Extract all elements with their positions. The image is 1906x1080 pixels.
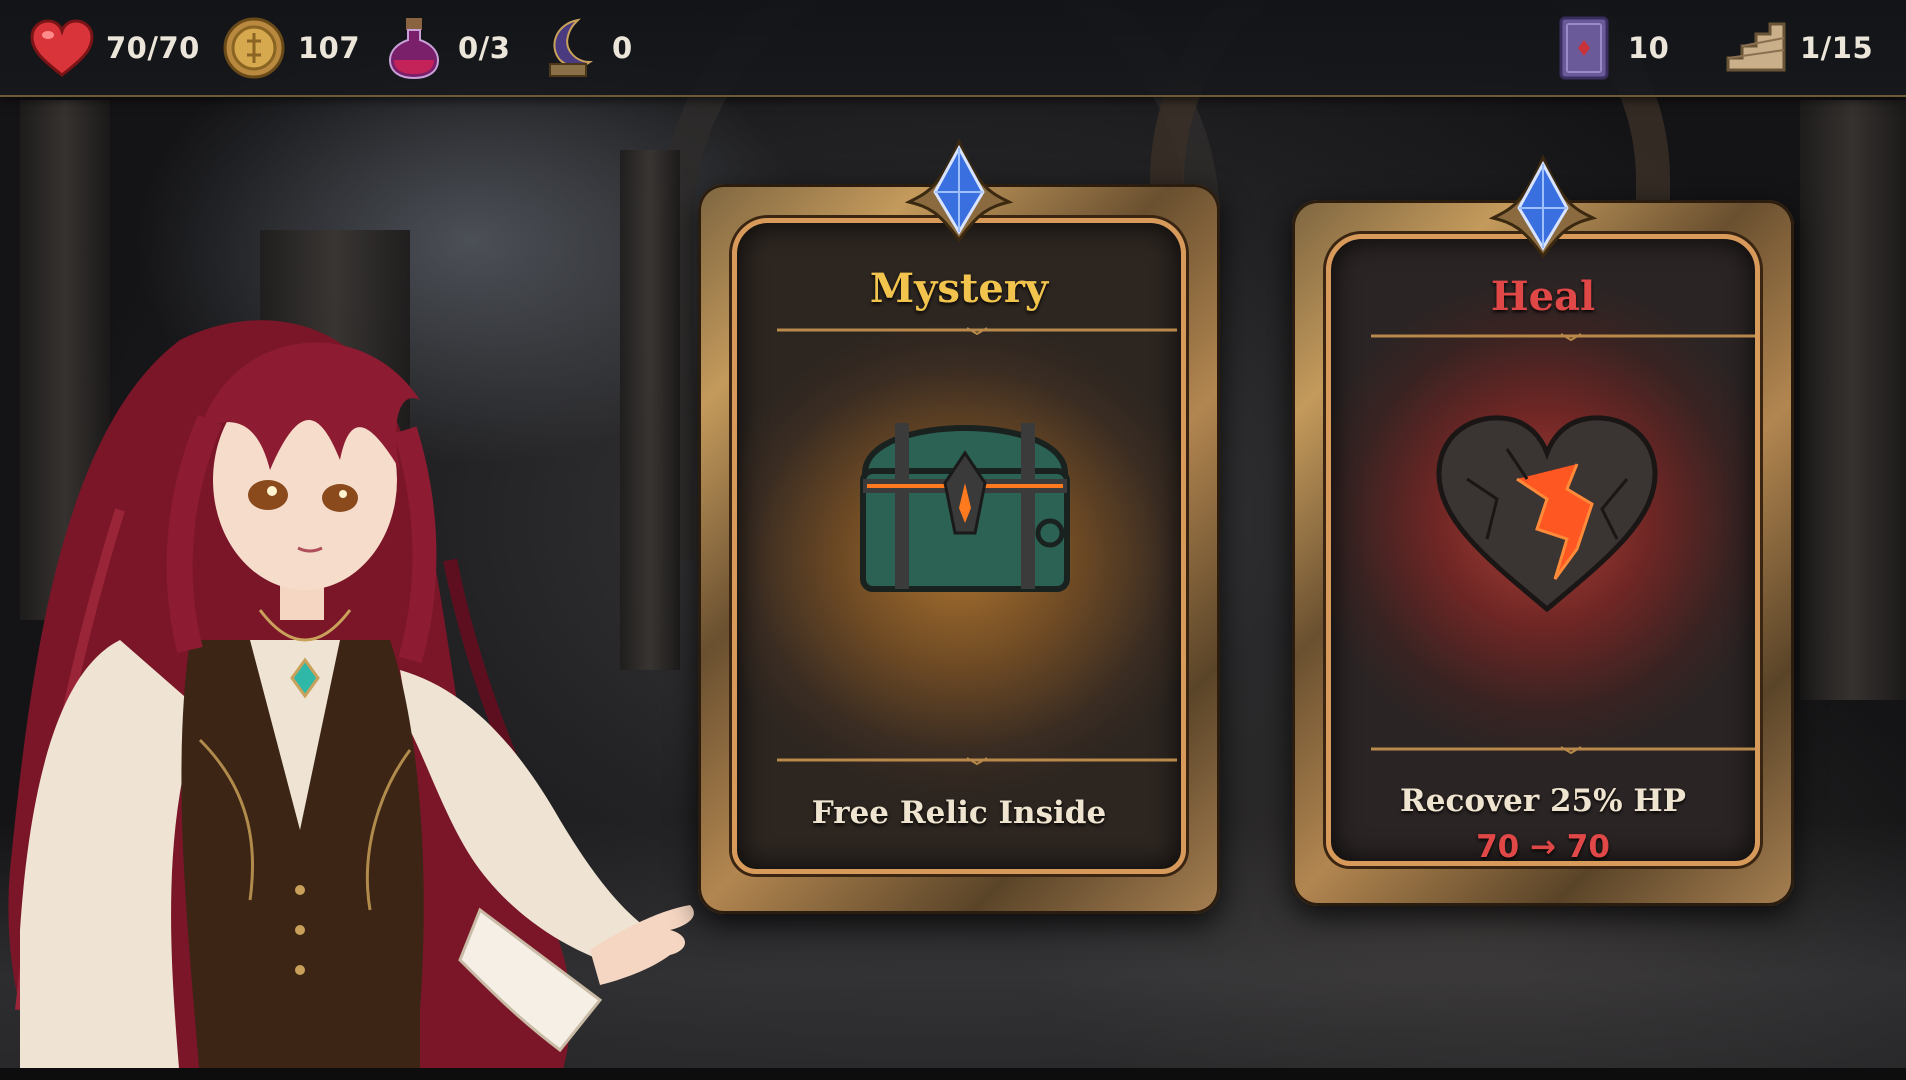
gold-value: 107	[298, 31, 361, 65]
deck-stat[interactable]: 10	[1552, 14, 1669, 82]
blue-gem-icon	[904, 138, 1014, 242]
divider	[1371, 746, 1755, 754]
potion-value: 0/3	[458, 31, 511, 65]
card-description: Free Relic Inside	[811, 795, 1107, 831]
top-hud: 70/70 107 0/3 0 10 1/15	[0, 0, 1906, 97]
ruin-pillar	[1800, 100, 1906, 700]
hp-stat[interactable]: 70/70	[30, 14, 200, 82]
potion-icon	[382, 16, 446, 80]
divider	[777, 327, 1177, 335]
stairs-icon	[1724, 16, 1788, 80]
gold-stat[interactable]: 107	[222, 14, 360, 82]
relic-value: 0	[612, 31, 633, 65]
character-portrait	[8, 320, 694, 1080]
gold-coin-icon	[222, 16, 286, 80]
relic-stat[interactable]: 0	[536, 14, 633, 82]
card-title: Mystery	[869, 265, 1049, 312]
deck-value: 10	[1628, 31, 1670, 65]
moon-relic-icon	[536, 16, 600, 80]
card-deck-icon	[1552, 16, 1616, 80]
floor-stat[interactable]: 1/15	[1724, 14, 1873, 82]
game-scene: Mystery Free Relic Inside Heal Recover 2…	[0, 0, 1906, 1080]
hp-change: 70 → 70	[1476, 829, 1610, 865]
floor-value: 1/15	[1800, 31, 1874, 65]
heart-icon	[30, 16, 94, 80]
card-inner: Mystery Free Relic Inside	[732, 218, 1186, 874]
card-title: Heal	[1490, 273, 1596, 320]
blue-gem-icon	[1488, 154, 1598, 258]
divider	[1371, 333, 1755, 341]
potion-stat[interactable]: 0/3	[382, 14, 510, 82]
divider	[777, 757, 1177, 765]
card-inner: Heal Recover 25% HP 70 → 70	[1326, 234, 1760, 866]
hp-value: 70/70	[106, 31, 200, 65]
heal-card[interactable]: Heal Recover 25% HP 70 → 70	[1292, 154, 1794, 964]
cracked-heart-icon	[1436, 415, 1658, 613]
mystery-card[interactable]: Mystery Free Relic Inside	[698, 138, 1220, 972]
footer-strip	[0, 1068, 1906, 1080]
card-description: Recover 25% HP	[1400, 783, 1686, 819]
treasure-chest-icon	[860, 423, 1070, 592]
